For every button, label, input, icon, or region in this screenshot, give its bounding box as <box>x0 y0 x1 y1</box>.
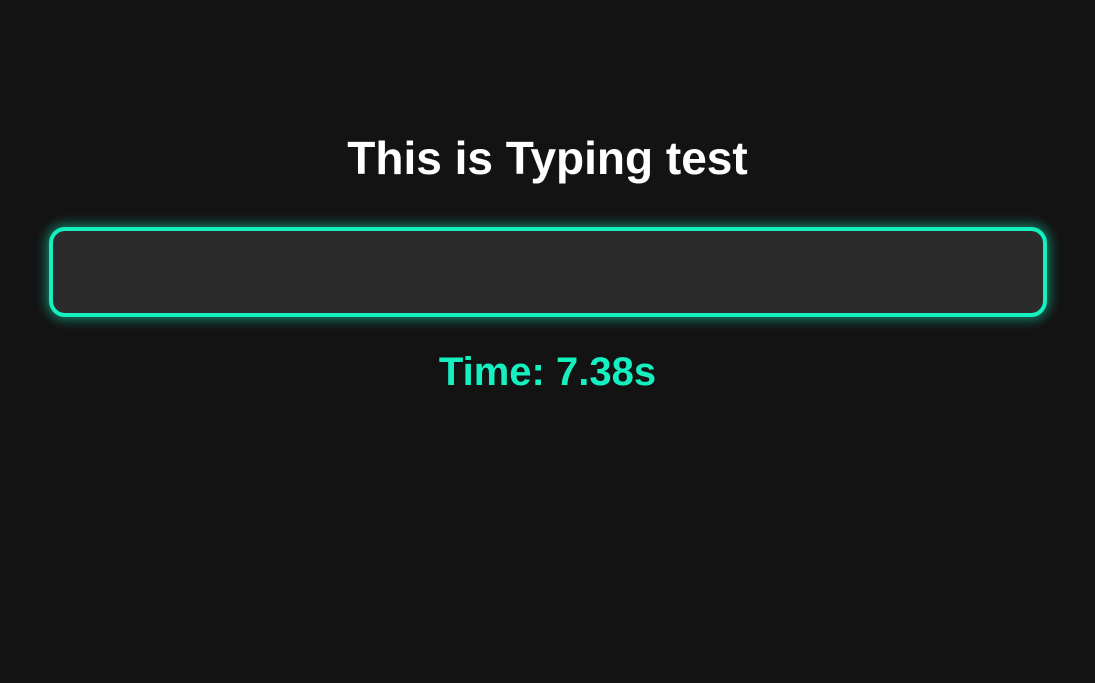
timer-display: Time: 7.38s <box>438 350 657 394</box>
typing-input[interactable] <box>49 227 1047 317</box>
page-title: This is Typing test <box>347 132 748 184</box>
typing-test-page: This is Typing test Time: 7.38s <box>0 0 1095 683</box>
